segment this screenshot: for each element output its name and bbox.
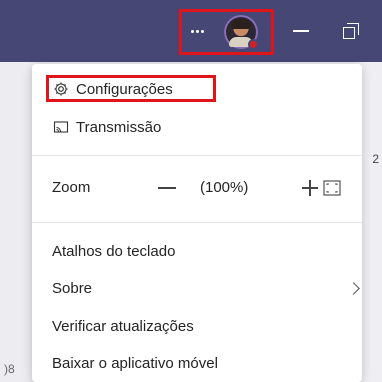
restore-icon[interactable]: [343, 23, 359, 39]
divider: [32, 222, 362, 223]
menu-item-label: Sobre: [52, 279, 93, 297]
menu-item-settings[interactable]: Configurações: [32, 78, 382, 100]
background-number: )8: [4, 362, 15, 376]
menu-item-download-mobile-app[interactable]: Baixar o aplicativo móvel: [32, 352, 382, 374]
chevron-right-icon: [347, 282, 360, 295]
settings-dropdown-menu: Configurações Transmissão Zoom (100%) At…: [32, 64, 362, 382]
cast-icon: [52, 118, 70, 136]
menu-item-label: Transmissão: [76, 118, 162, 136]
avatar[interactable]: [224, 15, 259, 50]
menu-item-about[interactable]: Sobre: [32, 277, 382, 299]
fullscreen-icon[interactable]: [323, 180, 341, 196]
menu-item-cast[interactable]: Transmissão: [32, 116, 382, 138]
menu-item-check-updates[interactable]: Verificar atualizações: [32, 315, 382, 337]
teams-window: )8 2 Configurações Transmissão Zoom (100…: [0, 0, 382, 382]
title-bar: [0, 0, 382, 62]
zoom-level: (100%): [200, 179, 249, 196]
people-count: 2: [372, 152, 379, 166]
menu-item-label: Configurações: [76, 80, 173, 98]
menu-item-label: Verificar atualizações: [52, 317, 194, 335]
presence-busy-icon: [248, 39, 259, 50]
background-left-pane: [0, 62, 30, 382]
menu-item-label: Baixar o aplicativo móvel: [52, 354, 218, 372]
menu-item-keyboard-shortcuts[interactable]: Atalhos do teclado: [32, 240, 382, 262]
zoom-out-button[interactable]: [158, 187, 176, 189]
zoom-label: Zoom: [52, 179, 91, 196]
more-icon: [190, 29, 204, 33]
divider: [32, 155, 362, 156]
minimize-icon[interactable]: [293, 30, 309, 32]
zoom-control: Zoom (100%): [32, 173, 362, 205]
more-options-button[interactable]: [186, 20, 208, 42]
menu-item-label: Atalhos do teclado: [52, 242, 176, 260]
gear-icon: [52, 80, 70, 98]
zoom-in-button[interactable]: [302, 179, 320, 197]
